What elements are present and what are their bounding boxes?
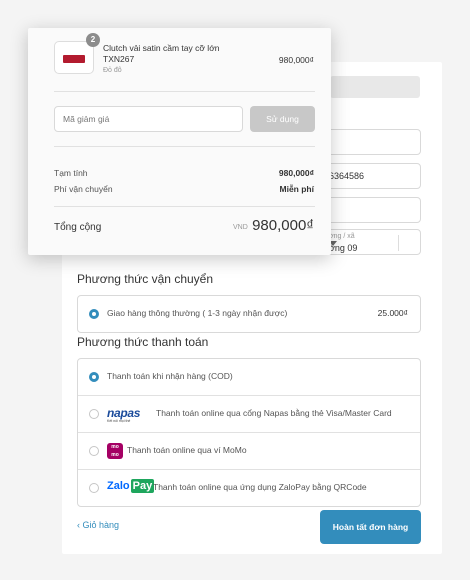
napas-logo-text: napas [107, 406, 141, 420]
product-price: 980,000₫ [278, 55, 314, 65]
payment-option-momo[interactable]: mo mo Thanh toán online qua ví MoMo [78, 433, 420, 470]
zalopay-logo-icon: Zalo Pay [107, 479, 155, 493]
shipping-option[interactable]: Giao hàng thông thường ( 1-3 ngày nhận đ… [78, 296, 420, 332]
ward-label: ờng / xã [329, 233, 355, 240]
discount-code-input[interactable] [54, 106, 243, 132]
shipping-option-label: Giao hàng thông thường ( 1-3 ngày nhận đ… [107, 308, 288, 318]
payment-option-label: Thanh toán online qua ví MoMo [127, 445, 247, 455]
napas-logo-subtext: Kết nối mọi thẻ [107, 419, 131, 423]
divider [54, 146, 315, 147]
quantity-badge: 2 [86, 33, 100, 47]
payment-option-zalopay[interactable]: Zalo Pay Thanh toán online qua ứng dụng Z… [78, 470, 420, 506]
subtotal-label: Tạm tính [54, 168, 88, 178]
payment-method-title: Phương thức thanh toán [77, 335, 209, 349]
payment-option-napas[interactable]: napas Kết nối mọi thẻ Thanh toán online q… [78, 396, 420, 433]
momo-logo-icon: mo mo [107, 443, 123, 459]
payment-option-label: Thanh toán online qua ứng dụng ZaloPay b… [153, 482, 367, 492]
zalopay-logo-pay: Pay [130, 479, 155, 493]
ward-select[interactable]: ờng / xã ờng 09 [325, 229, 421, 255]
complete-order-button[interactable]: Hoàn tất đơn hàng [320, 510, 421, 544]
product-thumbnail [54, 41, 94, 74]
momo-logo-top: mo [111, 444, 119, 450]
total-value: 980,000₫ [252, 217, 314, 234]
back-to-cart-label: Giỏ hàng [82, 520, 120, 530]
apply-discount-button[interactable]: Sử dụng [250, 106, 315, 132]
product-name: Clutch vải satin cầm tay cỡ lớn TXN267 [103, 43, 220, 65]
momo-logo-bottom: mo [111, 452, 119, 458]
payment-option-label: Thanh toán online qua cổng Napas bằng th… [156, 408, 392, 418]
divider [54, 91, 315, 92]
payment-radio-napas[interactable] [89, 409, 99, 419]
shipping-method-options: Giao hàng thông thường ( 1-3 ngày nhận đ… [77, 295, 421, 333]
product-variant: Đỏ đô [103, 67, 122, 74]
total-label: Tổng cộng [54, 222, 102, 233]
product-name-line2: TXN267 [103, 54, 135, 64]
phone-field[interactable]: 6364586 [325, 163, 421, 189]
payment-radio-momo[interactable] [89, 446, 99, 456]
header-placeholder-bar [330, 76, 420, 98]
back-to-cart-link[interactable]: ‹ Giỏ hàng [77, 520, 119, 530]
payment-radio-zalopay[interactable] [89, 483, 99, 493]
phone-value: 6364586 [329, 171, 365, 181]
zalopay-logo-zalo: Zalo [107, 480, 130, 492]
napas-logo-icon: napas Kết nối mọi thẻ [107, 406, 141, 423]
chevron-left-icon: ‹ [77, 520, 80, 530]
payment-option-label: Thanh toán khi nhận hàng (COD) [107, 371, 233, 381]
total-currency: VND [233, 224, 248, 231]
shipping-option-price: 25.000₫ [377, 308, 408, 318]
shipping-fee-label: Phí vận chuyển [54, 184, 113, 194]
shipping-radio[interactable] [89, 309, 99, 319]
divider [54, 206, 315, 207]
product-name-line1: Clutch vải satin cầm tay cỡ lớn [103, 43, 220, 53]
payment-radio-cod[interactable] [89, 372, 99, 382]
address-field[interactable] [325, 197, 421, 223]
clutch-image [63, 55, 85, 63]
payment-option-cod[interactable]: Thanh toán khi nhận hàng (COD) [78, 359, 420, 396]
select-divider [398, 235, 399, 251]
payment-method-options: Thanh toán khi nhận hàng (COD) napas Kết … [77, 358, 421, 507]
shipping-method-title: Phương thức vận chuyển [77, 272, 214, 286]
subtotal-value: 980,000₫ [278, 168, 314, 178]
name-field[interactable] [325, 129, 421, 155]
shipping-fee-value: Miễn phí [279, 184, 314, 194]
order-summary-card: 2 Clutch vải satin cầm tay cỡ lớn TXN267… [28, 28, 331, 255]
